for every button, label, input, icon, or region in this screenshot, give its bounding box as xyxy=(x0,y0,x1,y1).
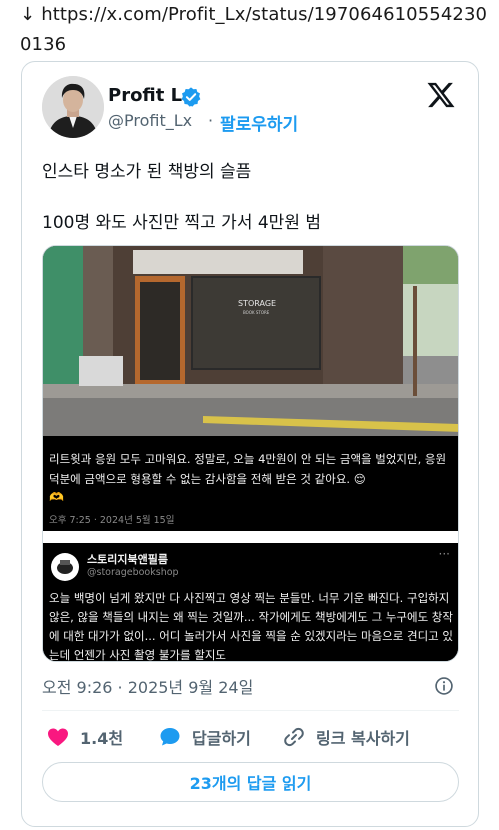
handle-separator: · xyxy=(208,111,214,130)
source-url[interactable]: ↓ https://x.com/Profit_Lx/status/19706461… xyxy=(20,0,490,60)
verified-badge-icon xyxy=(181,87,201,107)
link-icon xyxy=(284,727,304,747)
author-handle[interactable]: @Profit_Lx xyxy=(108,111,192,130)
reply-button[interactable]: 답글하기 xyxy=(158,725,251,749)
more-icon: ··· xyxy=(438,547,450,561)
x-logo-icon[interactable] xyxy=(426,80,456,110)
like-count: 1.4천 xyxy=(80,729,124,748)
shop-avatar xyxy=(51,553,79,581)
copy-link-button[interactable]: 링크 복사하기 xyxy=(282,725,410,749)
info-icon[interactable] xyxy=(434,676,454,696)
shop-handle: @storagebookshop xyxy=(87,567,179,578)
quoted-shop-post: 스토리지북앤필름 @storagebookshop ··· 오늘 백명이 넘게 … xyxy=(43,543,458,662)
tweet-text-line-2: 100명 와도 사진만 찍고 가서 4만원 범 xyxy=(42,213,322,233)
author-name[interactable]: Profit L xyxy=(108,85,182,106)
divider xyxy=(42,710,459,711)
url-text[interactable]: https://x.com/Profit_Lx/status/197064610… xyxy=(20,4,487,55)
heart-icon xyxy=(48,728,68,746)
tweet-media[interactable]: STORAGE BOOK STORE 리트윗과 응원 모두 고마워요. 정말로,… xyxy=(42,245,459,662)
embedded-tweet-card: Profit L @Profit_Lx · 팔로우하기 인스타 명소가 된 책방… xyxy=(21,61,479,827)
shop-post-text: 오늘 백명이 넘게 왔지만 다 사진찍고 영상 찍는 분들만. 너무 기운 빠진… xyxy=(49,591,453,662)
bookstore-photo[interactable]: STORAGE BOOK STORE xyxy=(43,246,459,436)
story-text: 리트윗과 응원 모두 고마워요. 정말로, 오늘 4만원이 안 되는 금액을 벌… xyxy=(49,452,447,486)
tweet-text-line-1: 인스타 명소가 된 책방의 슬픔 xyxy=(42,162,252,182)
storefront-sign-text: STORAGE xyxy=(238,299,276,308)
reply-bubble-icon xyxy=(160,728,180,746)
avatar[interactable] xyxy=(42,76,104,138)
like-button[interactable]: 1.4천 xyxy=(46,725,123,749)
shop-name: 스토리지북앤필름 xyxy=(87,553,168,566)
story-meta: 오후 7:25 · 2024년 5월 15일 xyxy=(49,515,175,526)
tweet-timestamp[interactable]: 오전 9:26 · 2025년 9월 24일 xyxy=(42,674,253,698)
storefront-sub-text: BOOK STORE xyxy=(243,310,270,315)
arrow-down-icon: ↓ xyxy=(20,4,36,25)
media-divider xyxy=(43,531,458,543)
story-post: 리트윗과 응원 모두 고마워요. 정말로, 오늘 4만원이 안 되는 금액을 벌… xyxy=(43,439,458,531)
copy-link-label: 링크 복사하기 xyxy=(316,729,410,748)
reply-label: 답글하기 xyxy=(192,729,251,748)
heart-hands-icon: 🫶 xyxy=(49,490,64,504)
read-replies-button[interactable]: 23개의 답글 읽기 xyxy=(42,762,459,802)
follow-button[interactable]: 팔로우하기 xyxy=(220,110,298,135)
